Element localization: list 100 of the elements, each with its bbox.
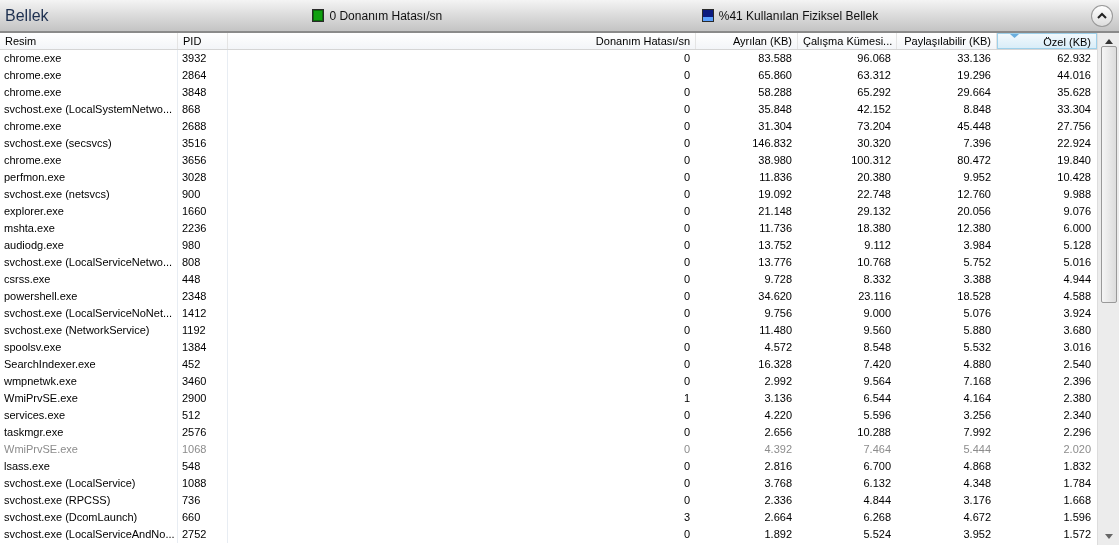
indicator-label: %41 Kullanılan Fiziksel Bellek: [718, 8, 879, 23]
column-header[interactable]: Ayrılan (KB): [696, 33, 798, 49]
table-cell: taskmgr.exe: [0, 424, 178, 441]
table-cell-text: 3.176: [962, 493, 992, 508]
table-cell-text: 58.288: [757, 85, 793, 100]
table-cell-text: 5.752: [962, 255, 992, 270]
table-cell-text: 83.588: [757, 51, 793, 66]
table-cell: 1660: [178, 203, 228, 220]
table-cell-text: 3.952: [962, 527, 992, 542]
collapse-button[interactable]: [1091, 4, 1113, 27]
table-cell-text: 20.056: [956, 204, 992, 219]
table-cell: svchost.exe (RPCSS): [0, 492, 178, 509]
table-cell-text: 23.116: [857, 289, 892, 304]
table-cell-text: 38.980: [757, 153, 793, 168]
meter-icon: [312, 9, 325, 22]
table-cell: powershell.exe: [0, 288, 178, 305]
column-header[interactable]: Özel (KB): [997, 33, 1097, 49]
scroll-down-icon: [1104, 534, 1113, 539]
table-cell-text: 10.288: [856, 425, 892, 440]
table-cell-text: 44.016: [1056, 68, 1092, 83]
table-cell-text: 13.752: [757, 238, 793, 253]
table-cell-text: 6.544: [862, 391, 892, 406]
table-cell-text: 0: [682, 357, 691, 372]
table-cell-text: 8.332: [862, 272, 892, 287]
table-cell: 2236: [178, 220, 228, 237]
table-cell-text: 3.388: [962, 272, 992, 287]
table-cell-text: 9.756: [763, 306, 793, 321]
table-cell-text: 0: [682, 204, 691, 219]
table-cell: 1412: [178, 305, 228, 322]
table-cell-text: 63.312: [856, 68, 892, 83]
table-cell-text: 0: [682, 187, 691, 202]
table-cell-text: 1.784: [1062, 476, 1092, 491]
table-cell-text: 0: [682, 323, 691, 338]
table-cell: 452: [178, 356, 228, 373]
table-cell-text: 0: [682, 221, 691, 236]
table-cell-text: 0: [682, 289, 691, 304]
column-header[interactable]: Resim: [0, 33, 178, 49]
column-header[interactable]: PID: [178, 33, 228, 49]
table-cell-text: 22.748: [856, 187, 892, 202]
table-cell-text: 19.840: [1056, 153, 1092, 168]
table-cell-text: 18.528: [956, 289, 992, 304]
table-cell-text: 4.348: [962, 476, 992, 491]
table-cell-text: 5.524: [862, 527, 892, 542]
table-cell: wmpnetwk.exe: [0, 373, 178, 390]
table-cell-text: 0: [682, 238, 691, 253]
table-cell: 900: [178, 186, 228, 203]
table-cell: 1192: [178, 322, 228, 339]
table-cell: 2688: [178, 118, 228, 135]
table-cell-text: 12.380: [956, 221, 992, 236]
table-cell-text: 4.844: [862, 493, 892, 508]
table-cell: 736: [178, 492, 228, 509]
table-cell-text: 35.848: [757, 102, 793, 117]
table-cell-text: 16.328: [757, 357, 793, 372]
chevron-icon: [1097, 12, 1107, 19]
table-cell-text: 1.832: [1062, 459, 1092, 474]
scrollbar[interactable]: [1097, 33, 1119, 545]
table-cell: csrss.exe: [0, 271, 178, 288]
table-cell-text: 0: [682, 153, 691, 168]
column-header[interactable]: Çalışma Kümesi...: [798, 33, 897, 49]
table-cell-text: 33.136: [956, 51, 992, 66]
table-cell-text: 27.756: [1056, 119, 1092, 134]
table-cell-text: 11.736: [758, 221, 793, 236]
table-cell-text: 4.868: [962, 459, 992, 474]
table-cell-text: 31.304: [757, 119, 793, 134]
table-cell: perfmon.exe: [0, 169, 178, 186]
table-cell-text: 4.672: [962, 510, 992, 525]
table-cell-text: 3.984: [962, 238, 992, 253]
table-cell-text: 0: [682, 136, 691, 151]
table-cell-text: 3.768: [763, 476, 793, 491]
table-cell: 1088: [178, 475, 228, 492]
table-cell-text: 34.620: [757, 289, 793, 304]
table-cell-text: 0: [682, 425, 691, 440]
table-cell-text: 6.700: [862, 459, 892, 474]
table-cell-text: 7.168: [962, 374, 992, 389]
table-cell-text: 19.092: [757, 187, 793, 202]
table-cell-text: 6.268: [862, 510, 892, 525]
table-cell-text: 5.596: [862, 408, 892, 423]
table-cell-text: 35.628: [1056, 85, 1092, 100]
table-cell-text: 1.668: [1062, 493, 1092, 508]
table-cell: 3932: [178, 50, 228, 67]
table-cell: audiodg.exe: [0, 237, 178, 254]
table-cell: chrome.exe: [0, 67, 178, 84]
table-cell-text: 73.204: [856, 119, 892, 134]
column-header[interactable]: Donanım Hatası/sn: [228, 33, 696, 49]
table-cell-text: 2.992: [763, 374, 793, 389]
table-cell-text: 4.220: [763, 408, 793, 423]
table-cell-text: 42.152: [856, 102, 892, 117]
table-cell: services.exe: [0, 407, 178, 424]
table-cell-text: 5.880: [962, 323, 992, 338]
table-cell-text: 0: [682, 170, 691, 185]
table-cell-text: 100.312: [850, 153, 892, 168]
table-cell: svchost.exe (netsvcs): [0, 186, 178, 203]
scrollbar-thumb[interactable]: [1100, 46, 1117, 303]
table-cell: chrome.exe: [0, 152, 178, 169]
table-cell-text: 3.136: [763, 391, 793, 406]
table-cell: WmiPrvSE.exe: [0, 390, 178, 407]
table-cell: 2576: [178, 424, 228, 441]
table-cell-text: 0: [682, 102, 691, 117]
table-cell: 448: [178, 271, 228, 288]
table-cell-text: 1.596: [1062, 510, 1092, 525]
